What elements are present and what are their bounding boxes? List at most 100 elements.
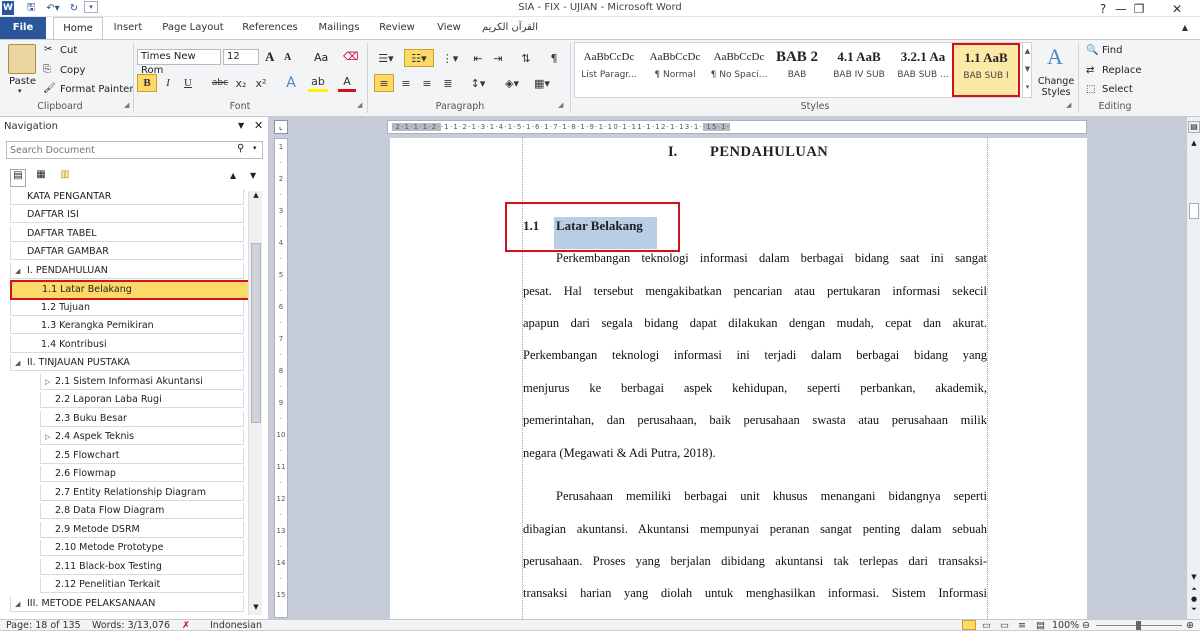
nav-item-erd[interactable]: 2.7 Entity Relationship Diagram (40, 485, 244, 501)
collapsed-arrow-icon[interactable]: ▷ (45, 374, 50, 389)
change-styles-icon[interactable]: A (1040, 44, 1070, 70)
vertical-ruler[interactable]: 1 · 2 · 3 · 4 · 5 · 6 · 7 · 8 · 9 · 10 · 11 · 12 · 13 · 14 · 15 (274, 138, 288, 618)
nav-item-metode-prototype[interactable]: 2.10 Metode Prototype (40, 540, 244, 556)
nav-scroll-thumb[interactable] (251, 243, 261, 423)
style-bab-sub[interactable]: 3.2.1 Aa BAB SUB ... (890, 44, 956, 96)
borders-icon[interactable]: ▦▾ (530, 74, 554, 92)
grow-font-icon[interactable]: A (265, 49, 274, 65)
paste-icon[interactable] (8, 44, 36, 74)
search-input[interactable] (7, 142, 227, 158)
print-layout-icon[interactable] (962, 620, 976, 630)
copy-button[interactable]: Copy (60, 65, 85, 76)
tab-page-layout[interactable]: Page Layout (158, 17, 228, 39)
expanded-arrow-icon[interactable]: ◢ (15, 263, 20, 278)
paste-dropdown-icon[interactable]: ▾ (18, 87, 22, 95)
browse-object-icon[interactable]: ● (1188, 595, 1200, 603)
style-bab-sub-i[interactable]: 1.1 AaB BAB SUB I (952, 43, 1020, 97)
style-normal[interactable]: AaBbCcDc ¶ Normal (642, 44, 708, 96)
paste-button[interactable]: Paste (9, 76, 36, 87)
nav-item-pendahuluan[interactable]: ◢ I. PENDAHULUAN (10, 263, 244, 279)
nav-item-buku-besar[interactable]: 2.3 Buku Besar (40, 411, 244, 427)
zoom-level[interactable]: 100% (1052, 620, 1079, 631)
select-icon[interactable]: ⬚ (1086, 84, 1095, 95)
select-button[interactable]: Select (1102, 84, 1133, 95)
scroll-thumb[interactable] (1189, 203, 1199, 219)
tab-mailings[interactable]: Mailings (312, 17, 366, 39)
style-list-paragraph[interactable]: AaBbCcDc List Paragr... (576, 44, 642, 96)
find-icon[interactable]: 🔍 (1086, 45, 1098, 56)
next-heading-icon[interactable]: ▼ (250, 171, 256, 180)
tab-references[interactable]: References (238, 17, 302, 39)
align-center-icon[interactable]: ≡ (397, 74, 415, 92)
web-layout-icon[interactable]: ▭ (1000, 620, 1009, 631)
styles-launcher-icon[interactable]: ◢ (1066, 101, 1071, 109)
nav-item-kata-pengantar[interactable]: KATA PENGANTAR (10, 189, 244, 205)
style-bab[interactable]: BAB 2 BAB (764, 44, 830, 96)
align-right-icon[interactable]: ≡ (418, 74, 436, 92)
nav-item-flowchart[interactable]: 2.5 Flowchart (40, 448, 244, 464)
document-page[interactable]: I. PENDAHULUAN 1.1 Latar Belakang Perkem… (390, 138, 1087, 619)
nav-item-daftar-gambar[interactable]: DAFTAR GAMBAR (10, 244, 244, 260)
clear-formatting-icon[interactable]: ⌫ (343, 50, 359, 63)
tab-insert[interactable]: Insert (108, 17, 148, 39)
draft-icon[interactable]: ▤ (1036, 620, 1045, 631)
scroll-down-icon[interactable]: ▼ (250, 603, 262, 611)
search-dropdown-icon[interactable]: ▾ (253, 144, 257, 152)
page-count[interactable]: Page: 18 of 135 (6, 620, 81, 631)
change-case-icon[interactable]: Aa (314, 51, 328, 64)
expanded-arrow-icon[interactable]: ◢ (15, 355, 20, 370)
outline-icon[interactable]: ≡ (1018, 620, 1026, 631)
close-button[interactable]: ✕ (1160, 0, 1194, 17)
multilevel-list-icon[interactable]: ⋮▾ (438, 49, 462, 67)
proofing-icon[interactable]: ✗ (182, 620, 190, 631)
pane-options-icon[interactable]: ▼ (238, 121, 244, 130)
full-screen-reading-icon[interactable]: ▭ (982, 620, 991, 631)
font-size-box[interactable]: 12 (223, 49, 259, 65)
justify-icon[interactable]: ≣ (439, 74, 457, 92)
browse-pages-icon[interactable]: ▦ (32, 169, 50, 187)
nav-item-kontribusi[interactable]: 1.4 Kontribusi (10, 337, 244, 353)
replace-icon[interactable]: ⇄ (1086, 65, 1094, 76)
font-name-box[interactable]: Times New Rom (137, 49, 221, 76)
search-icon[interactable]: ⚲ (237, 143, 244, 154)
superscript-button[interactable]: x² (252, 74, 270, 92)
cut-icon[interactable]: ✂ (44, 44, 52, 55)
language[interactable]: Indonesian (210, 620, 262, 631)
strikethrough-button[interactable]: abc (210, 74, 230, 92)
document-scrollbar[interactable]: ▤ ▲ ▼ ⏶ ● ⏷ (1186, 117, 1200, 619)
numbering-icon[interactable]: ☷▾ (404, 49, 434, 67)
view-ruler-icon[interactable]: ▤ (1188, 121, 1200, 133)
next-page-icon[interactable]: ⏷ (1188, 605, 1200, 614)
cut-button[interactable]: Cut (60, 45, 77, 56)
decrease-indent-icon[interactable]: ⇤ (470, 49, 486, 67)
highlight-icon[interactable]: ab (308, 74, 328, 92)
nav-item-kerangka-pemikiran[interactable]: 1.3 Kerangka Pemikiran (10, 318, 244, 334)
paragraph-launcher-icon[interactable]: ◢ (558, 101, 563, 109)
nav-item-daftar-isi[interactable]: DAFTAR ISI (10, 207, 244, 223)
underline-button[interactable]: U (180, 74, 196, 92)
tab-home[interactable]: Home (53, 17, 103, 40)
replace-button[interactable]: Replace (1102, 65, 1142, 76)
nav-item-daftar-tabel[interactable]: DAFTAR TABEL (10, 226, 244, 242)
sort-icon[interactable]: ⇅ (518, 49, 534, 67)
bullets-icon[interactable]: ☰▾ (374, 49, 398, 67)
search-document-field[interactable]: ⚲ ▾ (6, 141, 263, 159)
nav-scrollbar[interactable]: ▲ ▼ (248, 191, 262, 615)
nav-item-aspek-teknis[interactable]: ▷ 2.4 Aspek Teknis (40, 429, 244, 445)
zoom-slider-thumb[interactable] (1136, 621, 1141, 630)
clipboard-launcher-icon[interactable]: ◢ (124, 101, 129, 109)
ribbon-collapse-icon[interactable]: ▲ (1172, 17, 1198, 39)
nav-item-laporan-laba-rugi[interactable]: 2.2 Laporan Laba Rugi (40, 392, 244, 408)
align-left-icon[interactable]: ≡ (374, 74, 394, 92)
font-launcher-icon[interactable]: ◢ (357, 101, 362, 109)
previous-page-icon[interactable]: ⏶ (1188, 585, 1200, 594)
tab-review[interactable]: Review (374, 17, 420, 39)
collapsed-arrow-icon[interactable]: ▷ (45, 429, 50, 444)
nav-item-dfd[interactable]: 2.8 Data Flow Diagram (40, 503, 244, 519)
nav-item-metode-dsrm[interactable]: 2.9 Metode DSRM (40, 522, 244, 538)
browse-headings-icon[interactable]: ▤ (10, 169, 26, 187)
format-painter-icon[interactable]: 🖌 (43, 83, 56, 94)
nav-item-sistem-informasi-akuntansi[interactable]: ▷ 2.1 Sistem Informasi Akuntansi (40, 374, 244, 390)
text-effects-icon[interactable]: A (282, 74, 300, 92)
word-count[interactable]: Words: 3/13,076 (92, 620, 170, 631)
